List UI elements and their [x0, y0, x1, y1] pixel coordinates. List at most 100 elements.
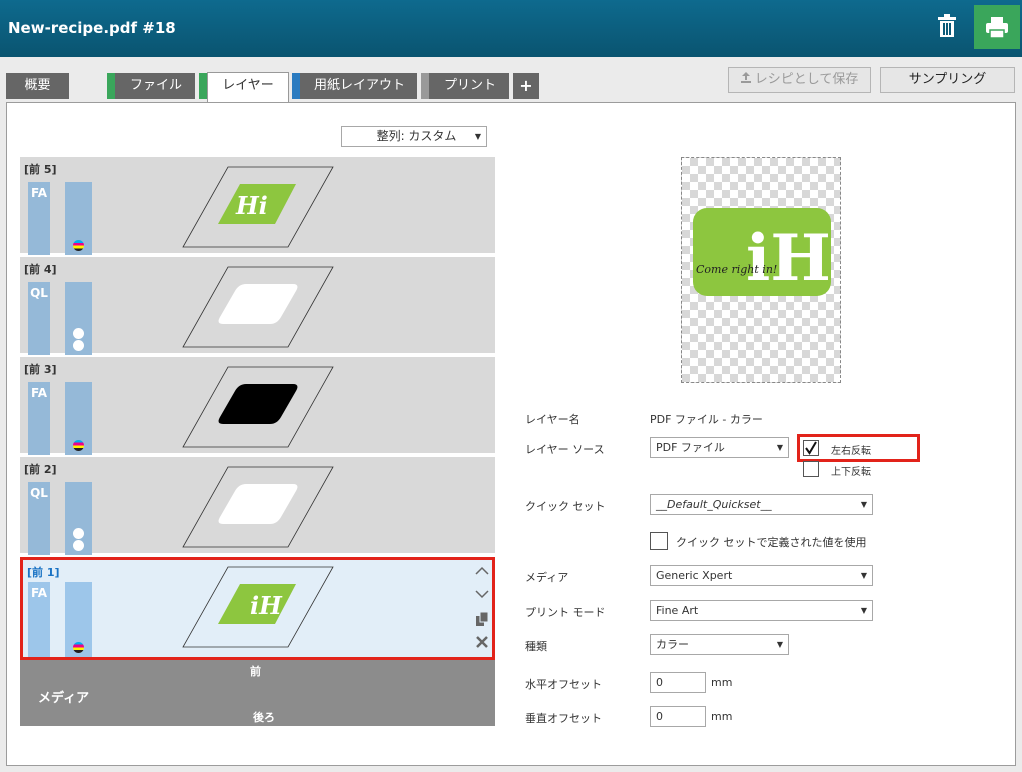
tab-layer-label: レイヤー	[222, 78, 274, 93]
layer-label: [前 3]	[24, 363, 57, 376]
white-ink-icon	[73, 528, 84, 539]
dropdown-arrow-icon: ▼	[860, 606, 867, 615]
tab-file-label: ファイル	[129, 78, 182, 93]
layer-ink-column	[65, 382, 92, 455]
media-label: メディア	[525, 571, 569, 584]
sampling-label: サンプリング	[908, 72, 987, 87]
layer-item-selected[interactable]: [前 1] FA iH	[20, 557, 495, 660]
tab-paper-layout-label: 用紙レイアウト	[313, 78, 405, 93]
sort-select[interactable]: 整列: カスタム ▼	[341, 126, 487, 147]
layer-ink-column	[65, 582, 92, 657]
print-mode-label: プリント モード	[525, 606, 606, 619]
layer-code: QL	[28, 482, 50, 555]
dropdown-arrow-icon: ▼	[776, 443, 783, 452]
layer-thumbnail: Hi	[182, 166, 334, 248]
layer-label: [前 1]	[27, 566, 60, 579]
preview-script-text: Come right in!	[696, 263, 777, 276]
mirror-vertical-checkbox[interactable]	[803, 461, 819, 477]
save-as-recipe-label: レシピとして保存	[754, 72, 859, 87]
media-select[interactable]: Generic Xpert ▼	[650, 565, 873, 586]
layer-ink-column	[65, 182, 92, 255]
layer-name-label: レイヤー名	[525, 413, 580, 426]
type-value: カラー	[656, 638, 689, 651]
white-ink-icon	[73, 328, 84, 339]
layer-item[interactable]: [前 2] QL	[20, 457, 495, 555]
media-bar-label: メディア	[38, 691, 90, 706]
use-quickset-checkbox[interactable]	[650, 532, 668, 550]
layer-item[interactable]: [前 3] FA	[20, 357, 495, 455]
layer-source-value: PDF ファイル	[656, 441, 725, 454]
media-front-label: 前	[250, 665, 261, 678]
tab-print[interactable]: プリント	[421, 73, 509, 99]
horizontal-offset-label: 水平オフセット	[525, 678, 602, 691]
upload-icon	[740, 68, 751, 92]
mirror-horizontal-checkbox[interactable]	[803, 440, 819, 456]
sampling-button[interactable]: サンプリング	[880, 67, 1015, 93]
trash-icon[interactable]	[928, 8, 966, 44]
layer-code: FA	[28, 182, 50, 255]
layer-preview: iH Come right in!	[681, 157, 841, 383]
mirror-vertical-label: 上下反転	[831, 467, 871, 478]
horizontal-offset-value: 0	[656, 676, 663, 689]
dropdown-arrow-icon: ▼	[860, 500, 867, 509]
dropdown-arrow-icon: ▼	[474, 132, 481, 141]
horizontal-offset-unit: mm	[711, 676, 733, 689]
vertical-offset-input[interactable]: 0	[650, 706, 706, 727]
print-mode-select[interactable]: Fine Art ▼	[650, 600, 873, 621]
mirror-horizontal-label: 左右反転	[831, 446, 871, 457]
delete-icon[interactable]	[474, 634, 490, 650]
add-tab-button[interactable]: +	[513, 73, 539, 99]
layer-ink-column	[65, 482, 92, 555]
cmyk-icon	[73, 642, 84, 653]
layer-item[interactable]: [前 4] QL	[20, 257, 495, 355]
move-up-icon[interactable]	[474, 563, 490, 579]
tab-overview[interactable]: 概要	[6, 73, 69, 99]
move-down-icon[interactable]	[474, 586, 490, 602]
cmyk-icon	[73, 440, 84, 451]
layer-label: [前 5]	[24, 163, 57, 176]
layer-item[interactable]: [前 5] FA Hi	[20, 157, 495, 255]
layer-thumbnail	[182, 366, 334, 448]
checkmark-icon	[805, 441, 817, 455]
tab-layer[interactable]: レイヤー	[207, 72, 289, 103]
vertical-offset-value: 0	[656, 710, 663, 723]
layer-source-select[interactable]: PDF ファイル ▼	[650, 437, 789, 458]
window-title: New-recipe.pdf #18	[8, 19, 176, 37]
type-label: 種類	[525, 640, 547, 653]
vertical-offset-label: 垂直オフセット	[525, 712, 602, 725]
layer-thumbnail	[182, 466, 334, 548]
svg-text:Hi: Hi	[235, 191, 268, 220]
media-back-label: 後ろ	[253, 711, 275, 724]
quickset-select[interactable]: __Default_Quickset__ ▼	[650, 494, 873, 515]
layer-code: FA	[28, 582, 50, 657]
use-quickset-label: クイック セットで定義された値を使用	[676, 536, 867, 549]
tab-overview-label: 概要	[24, 78, 51, 93]
type-select[interactable]: カラー ▼	[650, 634, 789, 655]
layer-label: [前 2]	[24, 463, 57, 476]
print-icon	[986, 17, 1008, 39]
svg-text:iH: iH	[746, 221, 831, 296]
media-value: Generic Xpert	[656, 569, 733, 582]
layer-code: QL	[28, 282, 50, 355]
svg-text:iH: iH	[250, 591, 283, 620]
quickset-value: __Default_Quickset__	[656, 498, 772, 511]
duplicate-icon[interactable]	[474, 611, 490, 627]
horizontal-offset-input[interactable]: 0	[650, 672, 706, 693]
layer-ink-column	[65, 282, 92, 355]
preview-logo: iH Come right in!	[693, 208, 831, 296]
vertical-offset-unit: mm	[711, 710, 733, 723]
layer-name-value: PDF ファイル - カラー	[650, 413, 763, 426]
white-ink-icon	[73, 540, 84, 551]
save-as-recipe-button[interactable]: レシピとして保存	[728, 67, 871, 93]
plus-icon: +	[519, 76, 533, 95]
dropdown-arrow-icon: ▼	[860, 571, 867, 580]
layer-label: [前 4]	[24, 263, 57, 276]
layer-thumbnail: iH	[182, 566, 334, 648]
quickset-label: クイック セット	[525, 500, 606, 513]
tab-paper-layout[interactable]: 用紙レイアウト	[292, 73, 417, 99]
tab-print-label: プリント	[443, 78, 496, 93]
print-button[interactable]	[974, 5, 1020, 49]
print-mode-value: Fine Art	[656, 604, 699, 617]
dropdown-arrow-icon: ▼	[776, 640, 783, 649]
tab-file[interactable]: ファイル	[107, 73, 195, 99]
